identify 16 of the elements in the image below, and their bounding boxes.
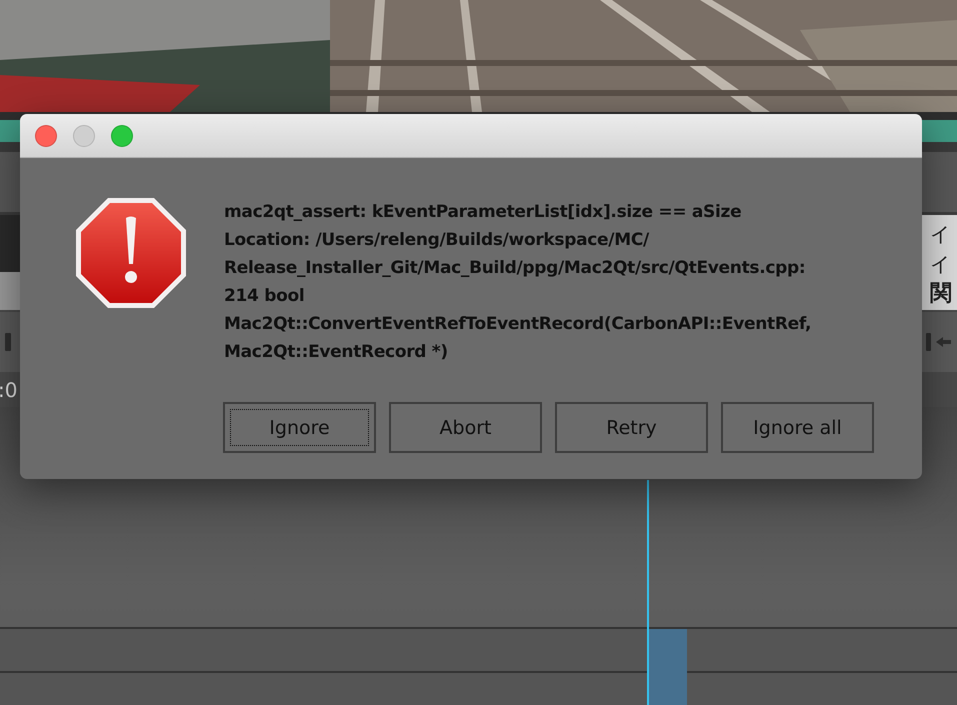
dialog-button[interactable]: Ignore all <box>721 402 874 453</box>
dialog-button[interactable]: Abort <box>389 402 542 453</box>
pause-icon[interactable] <box>5 333 13 351</box>
track-label: イ <box>930 251 950 277</box>
zoom-window-button[interactable] <box>111 124 133 146</box>
dialog-button[interactable]: Ignore <box>223 402 376 453</box>
timeline-clip[interactable] <box>648 629 687 705</box>
error-message: mac2qt_assert: kEventParameterList[idx].size == aSize Location: /Users/releng/Builds/workspace/MC/ Release_Installer_Git/Mac_Build/ppg/Mac2Qt/src/QtEvents.cpp: 214 bool Mac2Qt::ConvertEventRefToEventRecord(CarbonAPI::EventRef, Mac2Qt::EventRecord *) <box>224 201 812 364</box>
track-label: 関 <box>930 281 952 307</box>
timecode: :0 <box>0 378 18 402</box>
dialog-button[interactable]: Retry <box>555 402 708 453</box>
arrow-left-icon[interactable] <box>926 333 952 351</box>
close-window-button[interactable] <box>35 124 57 146</box>
track-label: イ <box>930 221 950 247</box>
minimize-window-button[interactable] <box>73 124 95 146</box>
warning-stop-icon <box>76 198 186 308</box>
